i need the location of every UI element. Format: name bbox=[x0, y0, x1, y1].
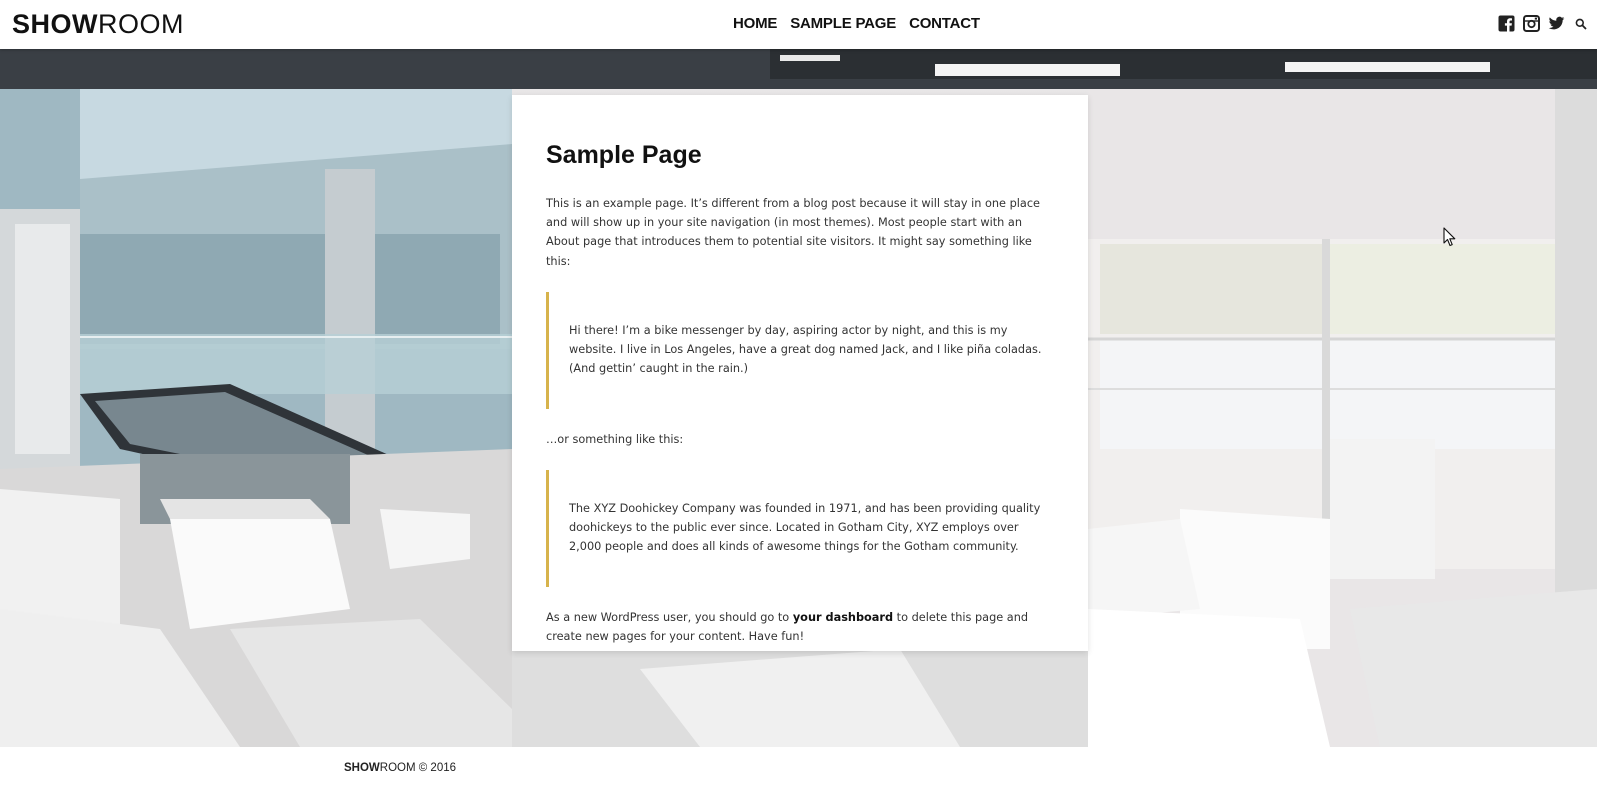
page-title: Sample Page bbox=[546, 141, 702, 169]
mouse-cursor-icon bbox=[1443, 227, 1457, 251]
outro-paragraph: As a new WordPress user, you should go t… bbox=[546, 608, 1053, 646]
page-content-card: Sample Page This is an example page. It’… bbox=[512, 95, 1088, 651]
search-icon[interactable] bbox=[1575, 18, 1587, 30]
facebook-icon[interactable] bbox=[1498, 15, 1515, 32]
site-header: SHOWROOM HOME SAMPLE PAGE CONTACT bbox=[0, 0, 1597, 49]
footer-logo-bold: SHOW bbox=[344, 762, 380, 774]
site-logo[interactable]: SHOWROOM bbox=[12, 9, 184, 39]
blockquote-2-text: The XYZ Doohickey Company was founded in… bbox=[569, 501, 1041, 554]
social-links bbox=[1498, 15, 1587, 32]
blockquote-1-text: Hi there! I’m a bike messenger by day, a… bbox=[569, 323, 1042, 376]
intro-paragraph: This is an example page. It’s different … bbox=[546, 197, 1040, 268]
footer-logo-light: ROOM bbox=[379, 762, 416, 774]
logo-bold-text: SHOW bbox=[12, 9, 98, 39]
nav-item-contact[interactable]: CONTACT bbox=[909, 14, 980, 34]
instagram-icon[interactable] bbox=[1523, 15, 1540, 32]
footer-copyright: SHOWROOM © 2016 bbox=[344, 762, 456, 774]
twitter-icon[interactable] bbox=[1548, 15, 1565, 32]
blockquote-1: Hi there! I’m a bike messenger by day, a… bbox=[546, 291, 1053, 410]
nav-item-home[interactable]: HOME bbox=[733, 14, 777, 34]
logo-light-text: ROOM bbox=[98, 9, 184, 39]
between-paragraph: …or something like this: bbox=[546, 433, 684, 447]
site-footer: SHOWROOM © 2016 bbox=[0, 747, 1597, 793]
outro-before-text: As a new WordPress user, you should go t… bbox=[546, 611, 793, 625]
nav-item-sample-page[interactable]: SAMPLE PAGE bbox=[790, 14, 896, 34]
dashboard-link[interactable]: your dashboard bbox=[793, 611, 893, 624]
blockquote-2: The XYZ Doohickey Company was founded in… bbox=[546, 469, 1053, 588]
footer-copyright-text: © 2016 bbox=[415, 762, 457, 774]
main-nav: HOME SAMPLE PAGE CONTACT bbox=[733, 14, 980, 34]
